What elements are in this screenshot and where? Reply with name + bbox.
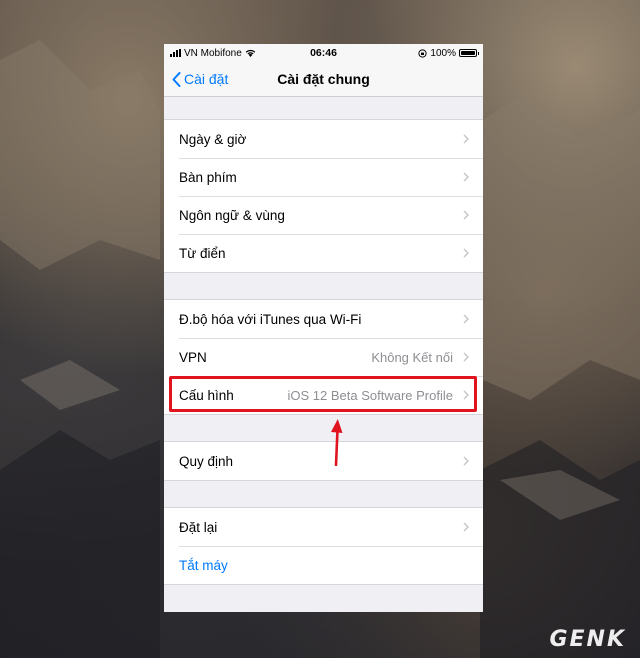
settings-row-regulatory[interactable]: Quy định <box>164 442 483 480</box>
navigation-bar: Cài đặt Cài đặt chung <box>164 62 483 97</box>
phone-screen: VN Mobifone 06:46 100% Cài đặt Cài đặt c… <box>164 44 483 612</box>
vpn-status-value: Không Kết nối <box>371 349 453 365</box>
back-button[interactable]: Cài đặt <box>164 71 228 87</box>
chevron-left-icon <box>172 71 181 87</box>
settings-row-reset[interactable]: Đặt lại <box>164 508 483 546</box>
chevron-right-icon <box>463 134 469 144</box>
highlight-box <box>169 376 477 412</box>
chevron-right-icon <box>463 456 469 466</box>
status-time: 06:46 <box>310 47 337 59</box>
row-label: VPN <box>179 349 207 365</box>
shut-down-button[interactable]: Tắt máy <box>164 546 483 584</box>
row-label: Đ.bộ hóa với iTunes qua Wi-Fi <box>179 311 362 327</box>
battery-icon <box>459 49 479 57</box>
chevron-right-icon <box>463 248 469 258</box>
back-button-label: Cài đặt <box>184 71 229 87</box>
chevron-right-icon <box>463 172 469 182</box>
row-label: Ngày & giờ <box>179 131 247 147</box>
status-bar: VN Mobifone 06:46 100% <box>164 44 483 62</box>
chevron-right-icon <box>463 352 469 362</box>
settings-row-keyboard[interactable]: Bàn phím <box>164 158 483 196</box>
settings-row-vpn[interactable]: VPN Không Kết nối <box>164 338 483 376</box>
chevron-right-icon <box>463 210 469 220</box>
chevron-right-icon <box>463 314 469 324</box>
row-label: Bàn phím <box>179 169 237 185</box>
red-arrow-annotation <box>331 419 343 466</box>
settings-row-language-region[interactable]: Ngôn ngữ & vùng <box>164 196 483 234</box>
settings-row-dictionary[interactable]: Từ điển <box>164 234 483 272</box>
settings-row-itunes-wifi-sync[interactable]: Đ.bộ hóa với iTunes qua Wi-Fi <box>164 300 483 338</box>
settings-row-date-time[interactable]: Ngày & giờ <box>164 120 483 158</box>
genk-logo: GENK <box>549 627 626 652</box>
settings-group-reset: Đặt lại Tắt máy <box>164 507 483 585</box>
row-label: Ngôn ngữ & vùng <box>179 207 285 223</box>
row-label: Đặt lại <box>179 519 218 535</box>
row-label: Từ điển <box>179 245 226 261</box>
row-label: Quy định <box>179 453 234 469</box>
row-label: Tắt máy <box>179 557 228 573</box>
chevron-right-icon <box>463 522 469 532</box>
settings-group-regulatory: Quy định <box>164 441 483 481</box>
settings-group-datetime: Ngày & giờ Bàn phím Ngôn ngữ & vùng Từ đ… <box>164 119 483 273</box>
